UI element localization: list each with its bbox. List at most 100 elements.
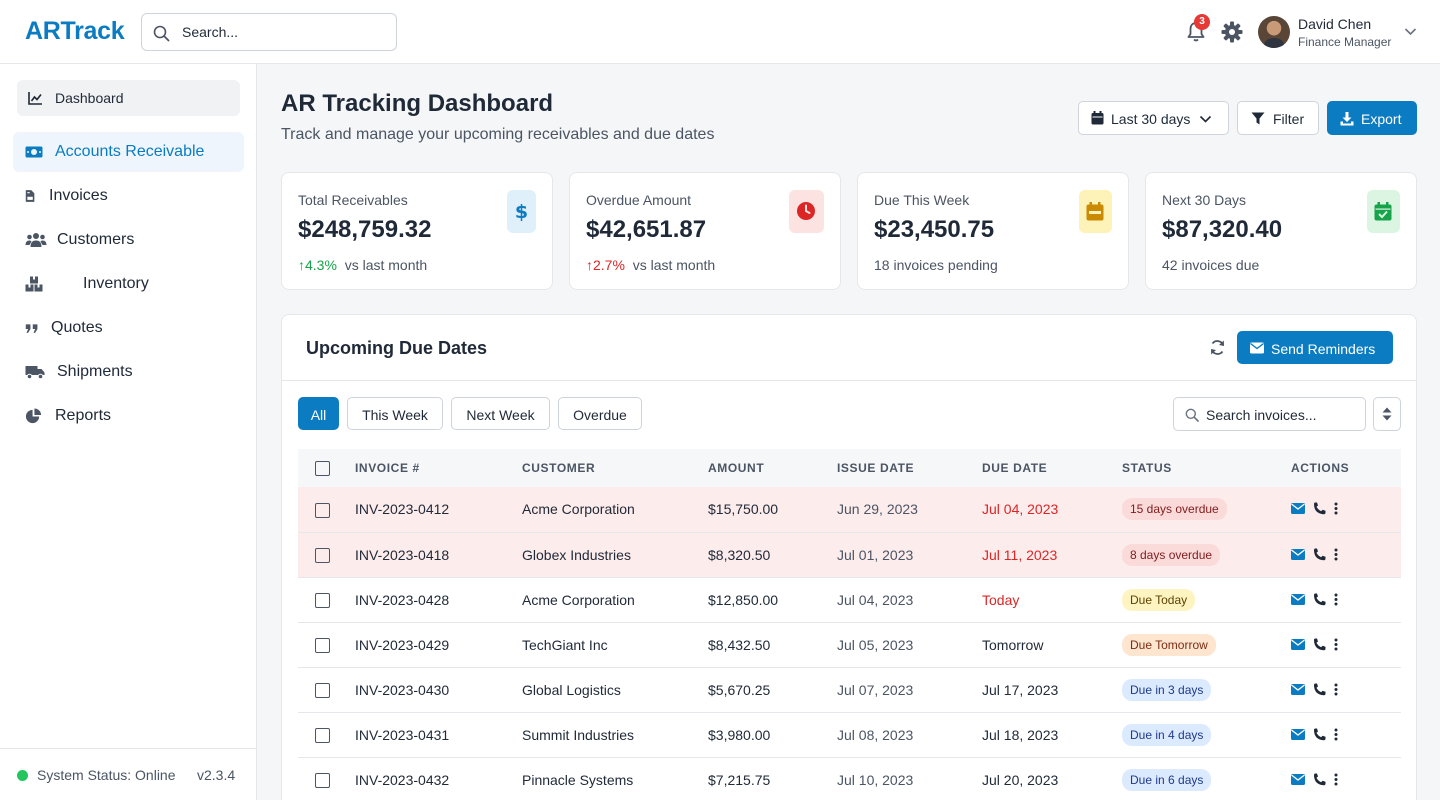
table-row[interactable]: INV-2023-0412 Acme Corporation $15,750.00 J…: [298, 487, 1401, 533]
invoice-search-input[interactable]: [1206, 406, 1356, 424]
phone-icon[interactable]: [1313, 548, 1326, 561]
more-options-icon[interactable]: [1334, 593, 1338, 606]
envelope-icon[interactable]: [1291, 683, 1305, 695]
table-row[interactable]: INV-2023-0431 Summit Industries $3,980.00 J…: [298, 712, 1401, 758]
envelope-icon[interactable]: [1291, 548, 1305, 560]
table-row[interactable]: INV-2023-0429 TechGiant Inc $8,432.50 Jul 0…: [298, 622, 1401, 668]
row-select-cell: [298, 667, 355, 713]
more-options-icon[interactable]: [1334, 728, 1338, 741]
filter-button[interactable]: Filter: [1237, 101, 1319, 135]
envelope-icon[interactable]: [1291, 773, 1305, 785]
invoice-search[interactable]: [1173, 397, 1366, 431]
column-header[interactable]: ISSUE DATE: [837, 449, 982, 487]
invoice-number[interactable]: INV-2023-0428: [355, 577, 522, 623]
envelope-icon[interactable]: [1291, 728, 1305, 740]
tab-overdue[interactable]: Overdue: [558, 397, 642, 430]
tab-label: This Week: [362, 407, 428, 423]
sidebar-item-invoices[interactable]: Invoices: [13, 176, 244, 216]
more-options-icon[interactable]: [1334, 502, 1338, 515]
sidebar-item-quotes[interactable]: Quotes: [13, 308, 244, 348]
column-header[interactable]: DUE DATE: [982, 449, 1122, 487]
sidebar-item-dashboard[interactable]: Dashboard: [17, 80, 240, 116]
row-checkbox[interactable]: [315, 637, 330, 653]
envelope-icon: [1250, 342, 1264, 354]
global-search[interactable]: [141, 13, 397, 51]
invoice-number[interactable]: INV-2023-0431: [355, 712, 522, 758]
send-reminders-button[interactable]: Send Reminders: [1237, 331, 1393, 364]
sidebar-item-customers[interactable]: Customers: [13, 220, 244, 260]
status-badge: 15 days overdue: [1122, 498, 1227, 521]
customer-name: Globex Industries: [522, 532, 708, 578]
column-header[interactable]: STATUS: [1122, 449, 1291, 487]
sidebar-item-shipments[interactable]: Shipments: [13, 352, 244, 392]
issue-date: Jul 05, 2023: [837, 622, 982, 668]
app-logo[interactable]: ARTrack: [25, 17, 125, 46]
invoice-number[interactable]: INV-2023-0412: [355, 487, 522, 533]
row-select-cell: [298, 532, 355, 578]
date-range-select[interactable]: Last 30 days: [1078, 101, 1229, 135]
date-range-label: Last 30 days: [1111, 111, 1191, 127]
select-all-checkbox[interactable]: [315, 460, 330, 476]
customer-name: Acme Corporation: [522, 577, 708, 623]
user-name[interactable]: David Chen: [1298, 16, 1371, 32]
sidebar-item-reports[interactable]: Reports: [13, 396, 244, 436]
status-badge: Due Tomorrow: [1122, 633, 1216, 656]
more-options-icon[interactable]: [1334, 773, 1338, 786]
due-date: Today: [982, 577, 1122, 623]
column-header[interactable]: INVOICE #: [355, 449, 522, 487]
invoice-number[interactable]: INV-2023-0418: [355, 532, 522, 578]
invoice-number[interactable]: INV-2023-0429: [355, 622, 522, 668]
more-options-icon[interactable]: [1334, 683, 1338, 696]
more-options-icon[interactable]: [1334, 638, 1338, 651]
phone-icon[interactable]: [1313, 638, 1326, 651]
invoice-number[interactable]: INV-2023-0430: [355, 667, 522, 713]
table-row[interactable]: INV-2023-0430 Global Logistics $5,670.25 Ju…: [298, 667, 1401, 713]
more-options-icon[interactable]: [1334, 548, 1338, 561]
trend-up-icon: ↑: [298, 257, 305, 273]
phone-icon[interactable]: [1313, 683, 1326, 696]
phone-icon[interactable]: [1313, 593, 1326, 606]
column-header[interactable]: AMOUNT: [708, 449, 837, 487]
sidebar-item-accounts-receivable[interactable]: Accounts Receivable: [13, 132, 244, 172]
search-input[interactable]: [182, 22, 382, 42]
row-checkbox[interactable]: [315, 682, 330, 698]
refresh-icon[interactable]: [1209, 339, 1226, 356]
row-checkbox[interactable]: [315, 772, 330, 788]
envelope-icon[interactable]: [1291, 593, 1305, 605]
envelope-icon[interactable]: [1291, 638, 1305, 650]
sidebar-item-inventory[interactable]: Inventory: [13, 264, 244, 304]
avatar[interactable]: [1258, 16, 1290, 48]
notification-badge: 3: [1194, 14, 1210, 30]
row-checkbox[interactable]: [315, 727, 330, 743]
table-row[interactable]: INV-2023-0418 Globex Industries $8,320.50 J…: [298, 532, 1401, 578]
chevron-down-icon[interactable]: [1404, 27, 1417, 36]
status-badge: Due in 4 days: [1122, 723, 1212, 746]
export-button[interactable]: Export: [1327, 101, 1417, 135]
row-checkbox[interactable]: [315, 592, 330, 608]
invoice-number[interactable]: INV-2023-0432: [355, 757, 522, 800]
download-icon: [1340, 112, 1354, 126]
sort-button[interactable]: [1373, 397, 1401, 431]
table-row[interactable]: INV-2023-0432 Pinnacle Systems $7,215.75 Ju…: [298, 757, 1401, 800]
export-label: Export: [1361, 111, 1402, 127]
column-header[interactable]: CUSTOMER: [522, 449, 708, 487]
table-row[interactable]: INV-2023-0428 Acme Corporation $12,850.00 J…: [298, 577, 1401, 623]
actions-cell: [1291, 487, 1401, 533]
tab-this-week[interactable]: This Week: [347, 397, 443, 430]
row-select-cell: [298, 622, 355, 668]
system-status-text: System Status: Online: [37, 767, 176, 783]
row-checkbox[interactable]: [315, 502, 330, 518]
phone-icon[interactable]: [1313, 728, 1326, 741]
row-checkbox[interactable]: [315, 547, 330, 563]
customer-name: Global Logistics: [522, 667, 708, 713]
issue-date: Jul 07, 2023: [837, 667, 982, 713]
actions-cell: [1291, 712, 1401, 758]
sidebar-item-label: Reports: [55, 407, 112, 424]
tab-all[interactable]: All: [298, 397, 339, 430]
envelope-icon[interactable]: [1291, 503, 1305, 515]
row-actions: [1291, 728, 1338, 741]
phone-icon[interactable]: [1313, 773, 1326, 786]
phone-icon[interactable]: [1313, 502, 1326, 515]
tab-next-week[interactable]: Next Week: [451, 397, 550, 430]
gear-icon[interactable]: [1221, 21, 1243, 43]
